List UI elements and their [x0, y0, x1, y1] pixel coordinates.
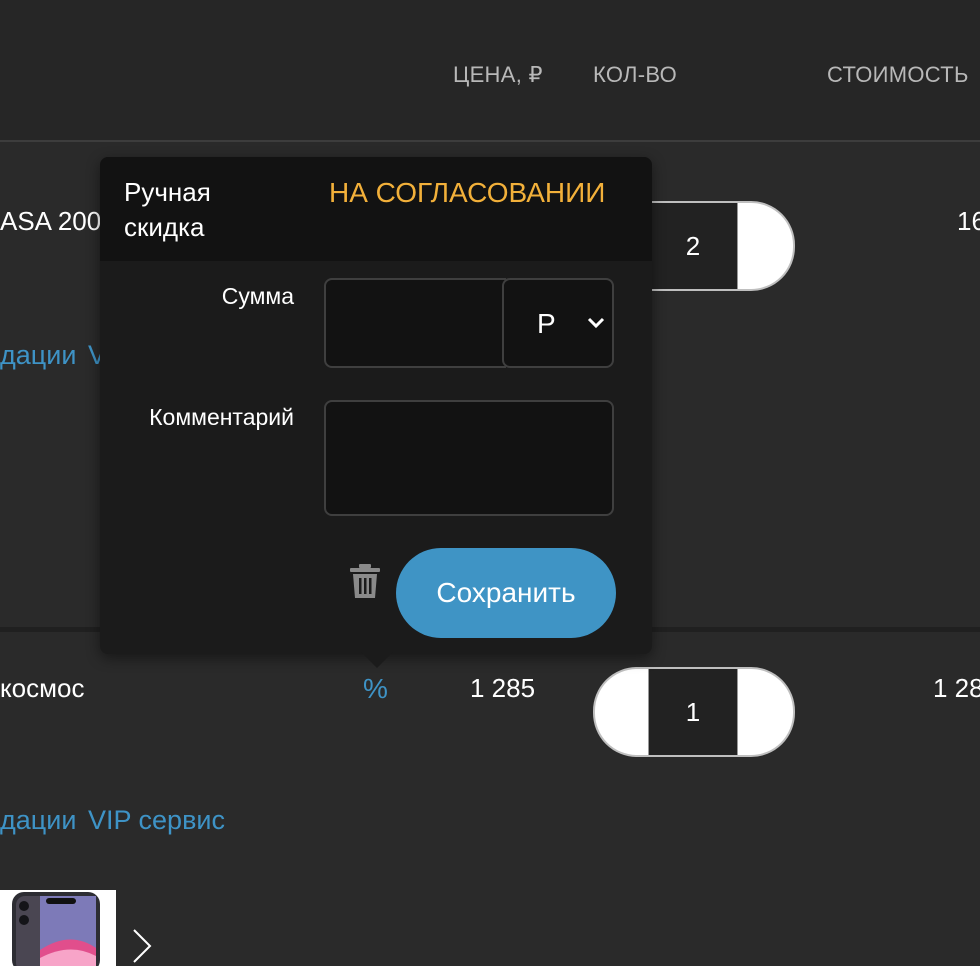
row-link-vip[interactable]: VIP сервис	[88, 805, 225, 836]
discount-percent-icon[interactable]: %	[363, 673, 388, 705]
currency-select[interactable]: Р	[502, 278, 614, 368]
increment-button[interactable]	[740, 203, 793, 289]
currency-value: Р	[537, 308, 556, 339]
quantity-stepper[interactable]: 1	[593, 667, 795, 757]
row-cost: 16	[957, 206, 980, 236]
product-name: космос	[0, 673, 85, 703]
sum-input[interactable]	[324, 278, 506, 368]
row-link-warranty[interactable]: дации	[0, 340, 76, 371]
column-quantity: КОЛ-ВО	[593, 62, 678, 87]
row-link-warranty[interactable]: дации	[0, 805, 76, 836]
row-price: 1 285	[470, 673, 536, 703]
popover-arrow	[361, 652, 393, 668]
product-thumbnail[interactable]	[0, 890, 116, 966]
row-cost: 1 28	[933, 673, 980, 703]
comment-textarea[interactable]	[324, 400, 614, 516]
decrement-button[interactable]	[595, 669, 648, 755]
discount-popover: Ручная скидка НА СОГЛАСОВАНИИ Сумма Р Ко…	[100, 157, 652, 654]
column-price: ЦЕНА, ₽	[453, 62, 543, 87]
column-cost: СТОИМОСТЬ	[827, 62, 969, 87]
popover-title: Ручная скидка	[124, 177, 211, 242]
quantity-value[interactable]: 2	[648, 203, 738, 289]
save-button[interactable]: Сохранить	[396, 548, 616, 638]
sum-label: Сумма	[221, 283, 294, 309]
comment-label: Комментарий	[149, 404, 294, 430]
chevron-right-icon[interactable]	[130, 926, 160, 966]
popover-header: Ручная скидка НА СОГЛАСОВАНИИ	[100, 157, 652, 261]
increment-button[interactable]	[740, 669, 793, 755]
table-header: ЦЕНА, ₽ КОЛ-ВО СТОИМОСТЬ	[0, 0, 980, 142]
quantity-value[interactable]: 1	[648, 669, 738, 755]
product-name: ASA 200	[0, 206, 102, 236]
approval-status: НА СОГЛАСОВАНИИ	[329, 177, 606, 208]
chevron-down-icon	[587, 317, 605, 329]
trash-icon[interactable]	[348, 563, 382, 599]
